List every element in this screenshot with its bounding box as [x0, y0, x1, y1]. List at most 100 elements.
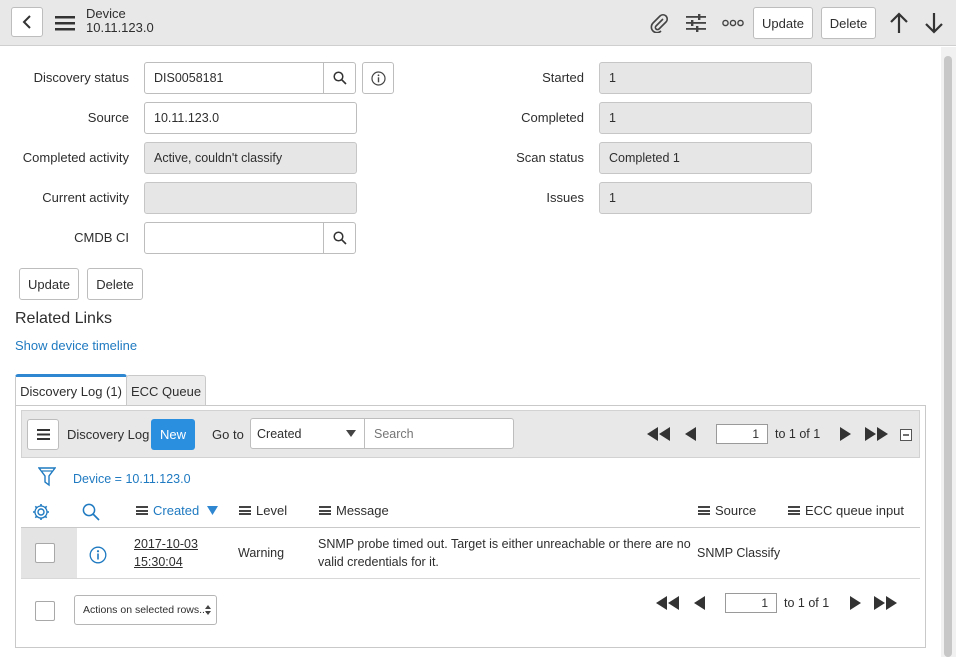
column-header-ecc-queue-input-label: ECC queue input [805, 503, 905, 518]
first-page-icon [656, 596, 679, 610]
discovery-status-info-button[interactable] [362, 62, 394, 94]
goto-label: Go to [212, 427, 244, 442]
back-button[interactable] [11, 7, 43, 37]
hamburger-icon [36, 429, 50, 440]
current-activity-field [144, 182, 357, 214]
message-cell: SNMP probe timed out. Target is either u… [318, 535, 691, 571]
hamburger-menu-button[interactable] [54, 12, 76, 34]
caret-down-icon [346, 430, 356, 437]
bottom-last-page-button[interactable] [873, 594, 899, 612]
next-record-button[interactable] [923, 11, 945, 35]
source-cell: SNMP Classify [697, 546, 781, 560]
previous-record-button[interactable] [888, 11, 910, 35]
first-page-icon [647, 427, 670, 441]
funnel-icon [38, 467, 56, 487]
form-update-button[interactable]: Update [19, 268, 79, 300]
bottom-page-number-input[interactable]: 1 [725, 593, 777, 613]
record-title: Device 10.11.123.0 [86, 7, 154, 35]
scan-status-label: Scan status [516, 150, 584, 165]
gear-icon [33, 504, 49, 520]
started-field: 1 [599, 62, 812, 94]
discovery-status-field[interactable]: DIS0058181 [144, 62, 325, 94]
cmdb-ci-lookup-button[interactable] [323, 222, 356, 254]
minus-icon [903, 434, 909, 436]
column-header-level-label: Level [256, 503, 288, 518]
started-label: Started [542, 70, 584, 85]
source-field[interactable]: 10.11.123.0 [144, 102, 357, 134]
new-button[interactable]: New [151, 419, 195, 450]
cmdb-ci-field[interactable] [144, 222, 325, 254]
show-device-timeline-link[interactable]: Show device timeline [15, 338, 137, 353]
last-page-icon [865, 427, 888, 441]
scrollbar-thumb[interactable] [944, 56, 952, 657]
select-all-checkbox[interactable] [35, 601, 55, 621]
filter-toggle-button[interactable] [37, 466, 57, 488]
column-header-level[interactable]: Level [239, 503, 287, 518]
actions-select-label: Actions on selected rows... [83, 604, 208, 616]
record-type: Device [86, 6, 126, 21]
next-page-button[interactable] [838, 425, 852, 443]
header-delete-button[interactable]: Delete [821, 7, 876, 39]
column-header-message[interactable]: Message [319, 503, 389, 518]
list-context-menu-button[interactable] [27, 419, 59, 450]
column-header-source[interactable]: Source [698, 503, 756, 518]
header-update-button[interactable]: Update [753, 7, 813, 39]
completed-field: 1 [599, 102, 812, 134]
level-cell: Warning [238, 546, 285, 560]
arrow-up-icon [890, 12, 908, 33]
form-delete-button[interactable]: Delete [87, 268, 143, 300]
row-select-checkbox[interactable] [35, 543, 55, 563]
record-name: 10.11.123.0 [86, 20, 154, 35]
list-search-input[interactable] [364, 418, 514, 449]
last-page-icon [874, 596, 897, 610]
current-activity-label: Current activity [42, 190, 129, 205]
list-search-toggle-button[interactable] [81, 502, 101, 522]
collapse-list-button[interactable] [900, 429, 912, 441]
list-personalize-button[interactable] [31, 502, 51, 522]
column-header-created[interactable]: Created [136, 503, 219, 518]
bottom-next-page-button[interactable] [848, 594, 862, 612]
tab-ecc-queue[interactable]: ECC Queue [126, 375, 206, 406]
discovery-status-label: Discovery status [33, 70, 129, 85]
attachment-button[interactable] [648, 12, 670, 34]
source-label: Source [87, 110, 129, 125]
scan-status-field: Completed 1 [599, 142, 812, 174]
next-page-icon [849, 596, 861, 610]
created-link[interactable]: 2017-10-03 15:30:04 [134, 535, 198, 571]
bottom-page-count-text: to 1 of 1 [784, 596, 830, 610]
column-header-ecc-queue-input[interactable]: ECC queue input [788, 503, 904, 518]
goto-field-value: Created [257, 426, 302, 441]
first-page-button[interactable] [646, 425, 672, 443]
arrow-down-icon [925, 13, 943, 34]
search-icon [82, 503, 100, 521]
column-menu-icon [239, 506, 251, 515]
chevron-left-icon [22, 15, 31, 29]
tab-discovery-log[interactable]: Discovery Log (1) [15, 374, 127, 406]
personalize-form-button[interactable] [685, 12, 707, 34]
completed-activity-label: Completed activity [22, 150, 129, 165]
column-menu-icon [698, 506, 710, 515]
more-options-button[interactable] [721, 12, 745, 34]
previous-page-button[interactable] [683, 425, 697, 443]
goto-field-select[interactable]: Created [250, 418, 365, 449]
column-header-created-label: Created [153, 503, 200, 518]
bottom-previous-page-button[interactable] [692, 594, 706, 612]
last-page-button[interactable] [864, 425, 890, 443]
search-icon [332, 231, 347, 245]
more-icon [722, 19, 744, 27]
filter-breadcrumb[interactable]: Device = 10.11.123.0 [73, 472, 191, 486]
column-menu-icon [319, 506, 331, 515]
previous-page-icon [693, 596, 705, 610]
discovery-status-lookup-button[interactable] [323, 62, 356, 94]
completed-label: Completed [521, 110, 584, 125]
page-number-input[interactable]: 1 [716, 424, 768, 444]
previous-page-icon [684, 427, 696, 441]
next-page-icon [839, 427, 851, 441]
bottom-first-page-button[interactable] [655, 594, 681, 612]
search-icon [332, 71, 347, 85]
row-preview-button[interactable] [88, 545, 108, 565]
issues-field: 1 [599, 182, 812, 214]
cmdb-ci-label: CMDB CI [74, 230, 129, 245]
page-count-text: to 1 of 1 [775, 427, 821, 441]
actions-select[interactable]: Actions on selected rows... [74, 595, 217, 625]
